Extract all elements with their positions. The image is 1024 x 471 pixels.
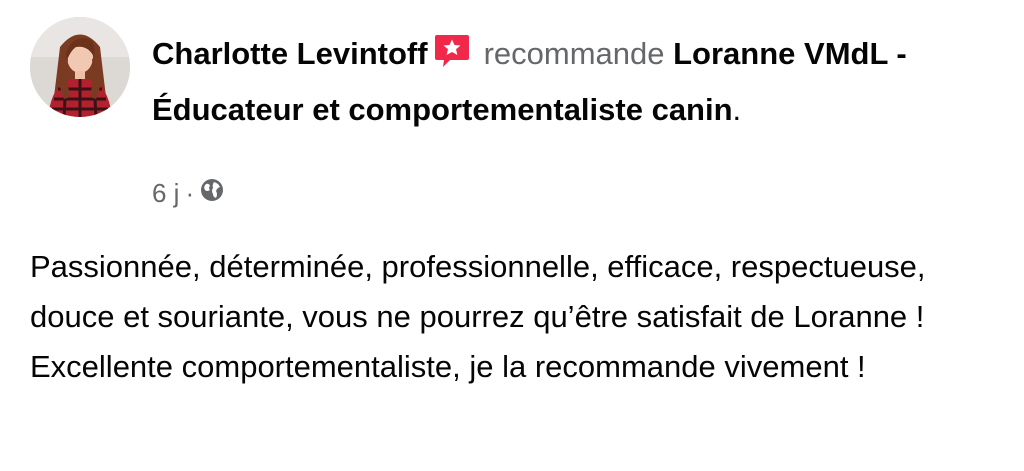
recommendation-star-icon xyxy=(434,32,470,84)
avatar-photo xyxy=(30,17,130,117)
post-meta: 6 j · xyxy=(152,178,224,209)
post-header: Charlotte Levintoff recommande Loranne V… xyxy=(152,28,992,136)
recommendation-verb: recommande xyxy=(483,36,665,71)
meta-separator: · xyxy=(185,178,195,208)
author-name[interactable]: Charlotte Levintoff xyxy=(152,36,428,71)
author-avatar[interactable] xyxy=(30,17,130,117)
timestamp[interactable]: 6 j xyxy=(152,178,179,209)
globe-icon[interactable] xyxy=(200,178,224,209)
review-text: Passionnée, déterminée, professionnelle,… xyxy=(30,249,926,384)
trailing-period: . xyxy=(732,92,742,127)
